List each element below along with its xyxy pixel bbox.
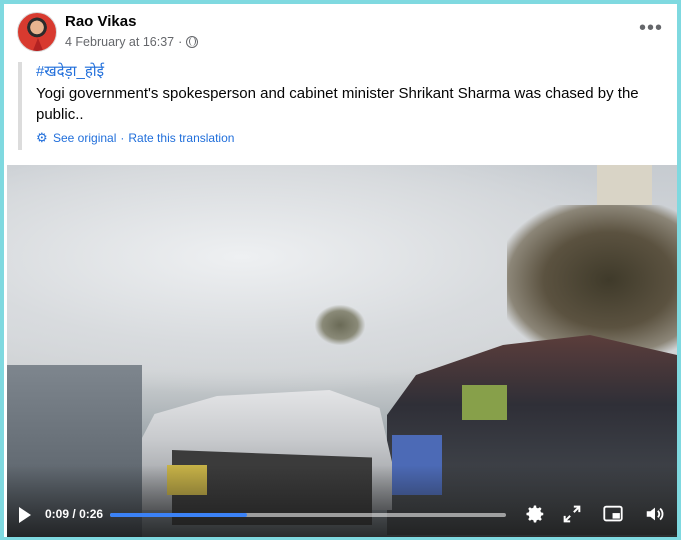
video-scene-figure	[462, 385, 507, 420]
post-card: Rao Vikas 4 February at 16:37 · ••• #खदे…	[4, 4, 677, 537]
post-timestamp[interactable]: 4 February at 16:37	[65, 35, 174, 49]
progress-fill	[110, 513, 248, 517]
video-scene-tree-small	[315, 305, 365, 345]
progress-bar[interactable]	[110, 513, 506, 517]
meta-separator: ·	[178, 35, 183, 49]
author-name[interactable]: Rao Vikas	[65, 13, 136, 30]
post-header: Rao Vikas 4 February at 16:37 · •••	[4, 4, 677, 56]
video-player[interactable]: 0:09 / 0:26	[7, 165, 677, 537]
globe-icon	[186, 36, 199, 48]
post-text-block: #खदेड़ा_होई Yogi government's spokespers…	[18, 62, 668, 150]
settings-icon[interactable]	[524, 503, 546, 525]
time-separator: /	[72, 507, 76, 521]
hashtag-link[interactable]: #खदेड़ा_होई	[36, 62, 668, 82]
play-icon[interactable]	[19, 507, 31, 523]
gear-icon: ⚙	[36, 130, 48, 145]
translation-bar: ⚙ See original · Rate this translation	[36, 131, 668, 145]
volume-icon[interactable]	[644, 503, 666, 525]
current-time: 0:09	[45, 507, 70, 521]
avatar[interactable]	[17, 12, 57, 52]
translation-separator: ·	[120, 131, 125, 145]
video-time: 0:09 / 0:26	[45, 507, 103, 521]
video-controls: 0:09 / 0:26	[7, 493, 677, 537]
avatar-detail	[32, 38, 44, 51]
fullscreen-icon[interactable]	[561, 503, 583, 525]
post-meta: 4 February at 16:37 ·	[65, 35, 199, 49]
video-scene-structure	[597, 165, 652, 205]
picture-in-picture-icon[interactable]	[602, 503, 624, 525]
post-body-text: Yogi government's spokesperson and cabin…	[36, 85, 639, 123]
duration: 0:26	[79, 507, 104, 521]
see-original-link[interactable]: See original	[53, 131, 116, 145]
rate-translation-link[interactable]: Rate this translation	[128, 131, 234, 145]
video-scene-tree	[507, 205, 677, 355]
more-options-button[interactable]: •••	[639, 18, 663, 38]
